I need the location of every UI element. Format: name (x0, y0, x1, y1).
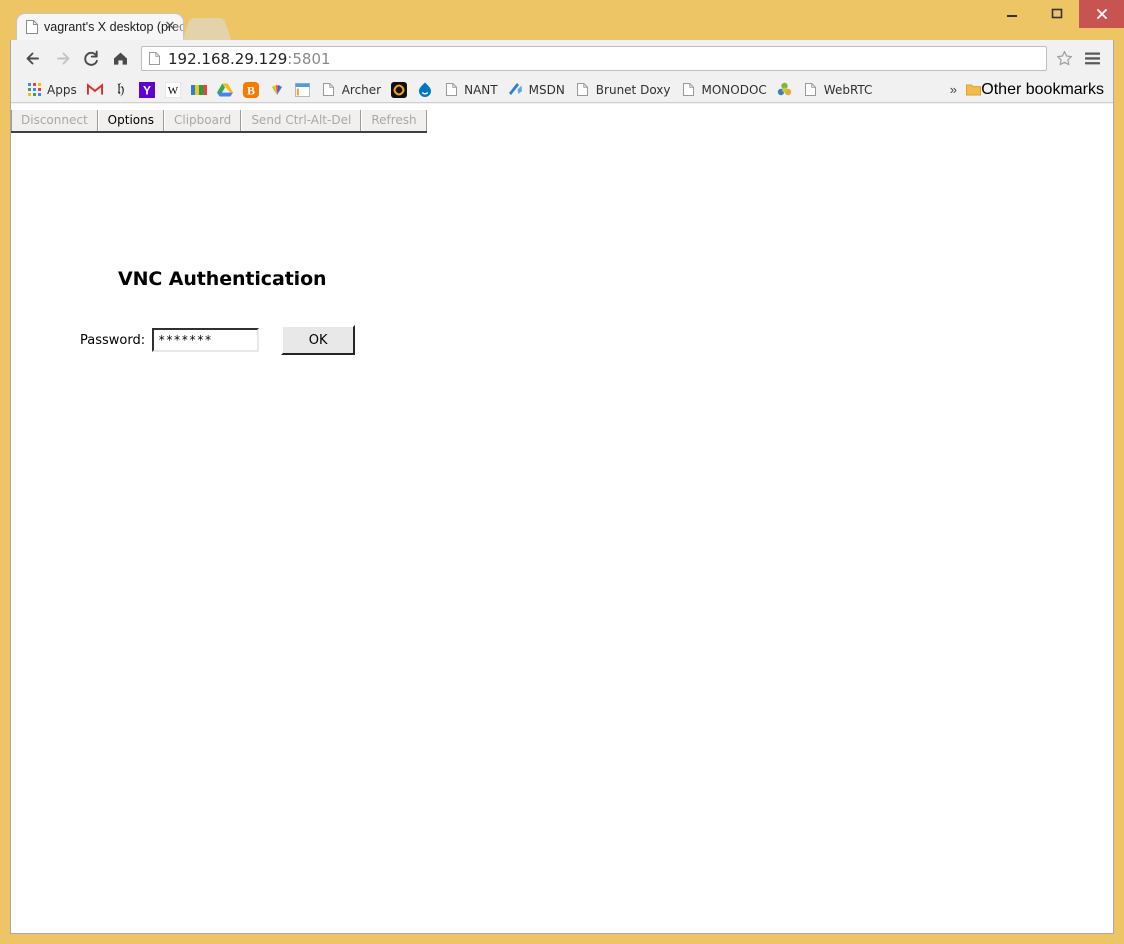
bookmark-other-bookmarks[interactable]: Other bookmarks (961, 79, 1109, 100)
close-button[interactable] (1079, 0, 1124, 28)
tab-vagrant-x-desktop[interactable]: vagrant's X desktop (preci ✕ (16, 13, 184, 40)
address-bar-url: 192.168.29.129:5801 (168, 50, 331, 68)
bookmark-monodoc[interactable]: MONODOC (676, 79, 772, 100)
page-icon (321, 82, 337, 98)
minimize-button[interactable] (989, 0, 1034, 28)
folder-icon (966, 83, 982, 96)
tab-strip: vagrant's X desktop (preci ✕ (0, 0, 1124, 40)
reload-icon[interactable] (77, 44, 106, 73)
bubbles-icon (777, 82, 793, 98)
window-icon (295, 82, 311, 98)
bookmark-bubbles[interactable]: Bubbles (772, 79, 798, 100)
bookmark-label: Other bookmarks (981, 80, 1104, 98)
apps-grid-icon (26, 82, 42, 98)
bookmark-label: MONODOC (701, 82, 767, 97)
bookmark-gmail[interactable]: Gmail (82, 79, 108, 100)
nbc-peacock-icon (269, 82, 285, 98)
blogger-icon: B (242, 81, 259, 98)
bookmarks-bar: Apps Gmail 𝔥 New York Times (11, 77, 1113, 103)
url-port: :5801 (287, 49, 331, 68)
bookmark-new-york-times[interactable]: 𝔥 New York Times (108, 79, 134, 100)
home-icon[interactable] (106, 44, 135, 73)
vnc-clipboard-button[interactable]: Clipboard (163, 110, 242, 131)
window-controls (989, 0, 1124, 28)
page-viewport: Disconnect Options Clipboard Send Ctrl-A… (11, 104, 1113, 933)
navigation-bar: 192.168.29.129:5801 (11, 40, 1113, 77)
bookmark-nant[interactable]: NANT (438, 79, 503, 100)
close-icon[interactable]: ✕ (163, 20, 177, 34)
bookmark-brunet-doxy[interactable]: Brunet Doxy (570, 79, 676, 100)
bookmark-color-bars[interactable]: Color Bars (186, 79, 212, 100)
bookmark-label: NANT (464, 82, 498, 97)
svg-text:B: B (247, 83, 255, 97)
bookmark-google-drive[interactable]: Google Drive (212, 79, 238, 100)
nytimes-icon: 𝔥 (117, 80, 125, 98)
bookmark-label: Apps (47, 82, 77, 97)
bookmark-label: MSDN (528, 82, 565, 97)
bookmark-yahoo[interactable]: Y Yahoo (134, 79, 160, 100)
page-icon (149, 52, 160, 65)
bookmark-joomla[interactable]: Joomla (386, 79, 412, 100)
star-icon[interactable] (1051, 46, 1077, 72)
password-value: ******* (158, 333, 213, 347)
bookmark-nbc[interactable]: NBC (264, 79, 290, 100)
forward-arrow-icon (48, 44, 77, 73)
colorbars-icon (190, 82, 207, 98)
password-input[interactable]: ******* (152, 328, 260, 352)
vnc-toolbar: Disconnect Options Clipboard Send Ctrl-A… (11, 110, 427, 133)
bookmark-label: WebRTC (823, 82, 873, 97)
page-icon (681, 82, 697, 98)
password-label: Password: (80, 332, 146, 348)
page-icon (443, 82, 459, 98)
new-tab-button[interactable] (183, 18, 231, 40)
vnc-disconnect-button[interactable]: Disconnect (11, 110, 98, 131)
bookmark-webrtc[interactable]: WebRTC (798, 79, 878, 100)
svg-text:Y: Y (143, 83, 151, 97)
gmail-icon (86, 82, 103, 98)
bookmark-wikipedia[interactable]: W Wikipedia (160, 79, 186, 100)
back-arrow-icon[interactable] (19, 44, 48, 73)
wikipedia-icon: W (164, 81, 181, 98)
bookmark-label: Archer (341, 82, 382, 97)
bookmark-window[interactable]: Window (290, 79, 316, 100)
bookmark-label: Brunet Doxy (595, 82, 671, 97)
msdn-icon (508, 82, 524, 98)
browser-window: vagrant's X desktop (preci ✕ 192.168.29.… (0, 0, 1124, 944)
page-icon (803, 82, 819, 98)
bookmark-archer[interactable]: Archer (316, 79, 386, 100)
svg-text:W: W (168, 85, 179, 97)
google-drive-icon (216, 82, 233, 98)
url-host: 192.168.29.129 (168, 49, 288, 68)
joomla-icon (391, 81, 408, 98)
vnc-options-button[interactable]: Options (97, 110, 164, 131)
vnc-refresh-button[interactable]: Refresh (361, 110, 427, 131)
yahoo-icon: Y (138, 81, 155, 98)
ok-button[interactable]: OK (281, 325, 356, 355)
bookmark-blogger[interactable]: B Blogger (238, 79, 264, 100)
page-title: VNC Authentication (118, 268, 327, 290)
bookmark-drupal[interactable]: Drupal (412, 79, 438, 100)
bookmark-apps[interactable]: Apps (21, 79, 82, 100)
vnc-send-ctrl-alt-del-button[interactable]: Send Ctrl-Alt-Del (241, 110, 362, 131)
address-bar[interactable]: 192.168.29.129:5801 (141, 46, 1047, 71)
page-icon (575, 82, 591, 98)
browser-chrome: 192.168.29.129:5801 Apps 𝔥 Y W B Archer … (10, 40, 1114, 934)
maximize-button[interactable] (1034, 0, 1079, 28)
page-icon (26, 20, 38, 34)
bookmark-msdn[interactable]: MSDN (503, 79, 570, 100)
hamburger-menu-icon[interactable] (1079, 44, 1105, 73)
bookmarks-overflow-button[interactable]: » (944, 82, 963, 97)
drupal-icon (417, 82, 433, 98)
vnc-auth-form: Password: ******* OK (80, 325, 356, 355)
